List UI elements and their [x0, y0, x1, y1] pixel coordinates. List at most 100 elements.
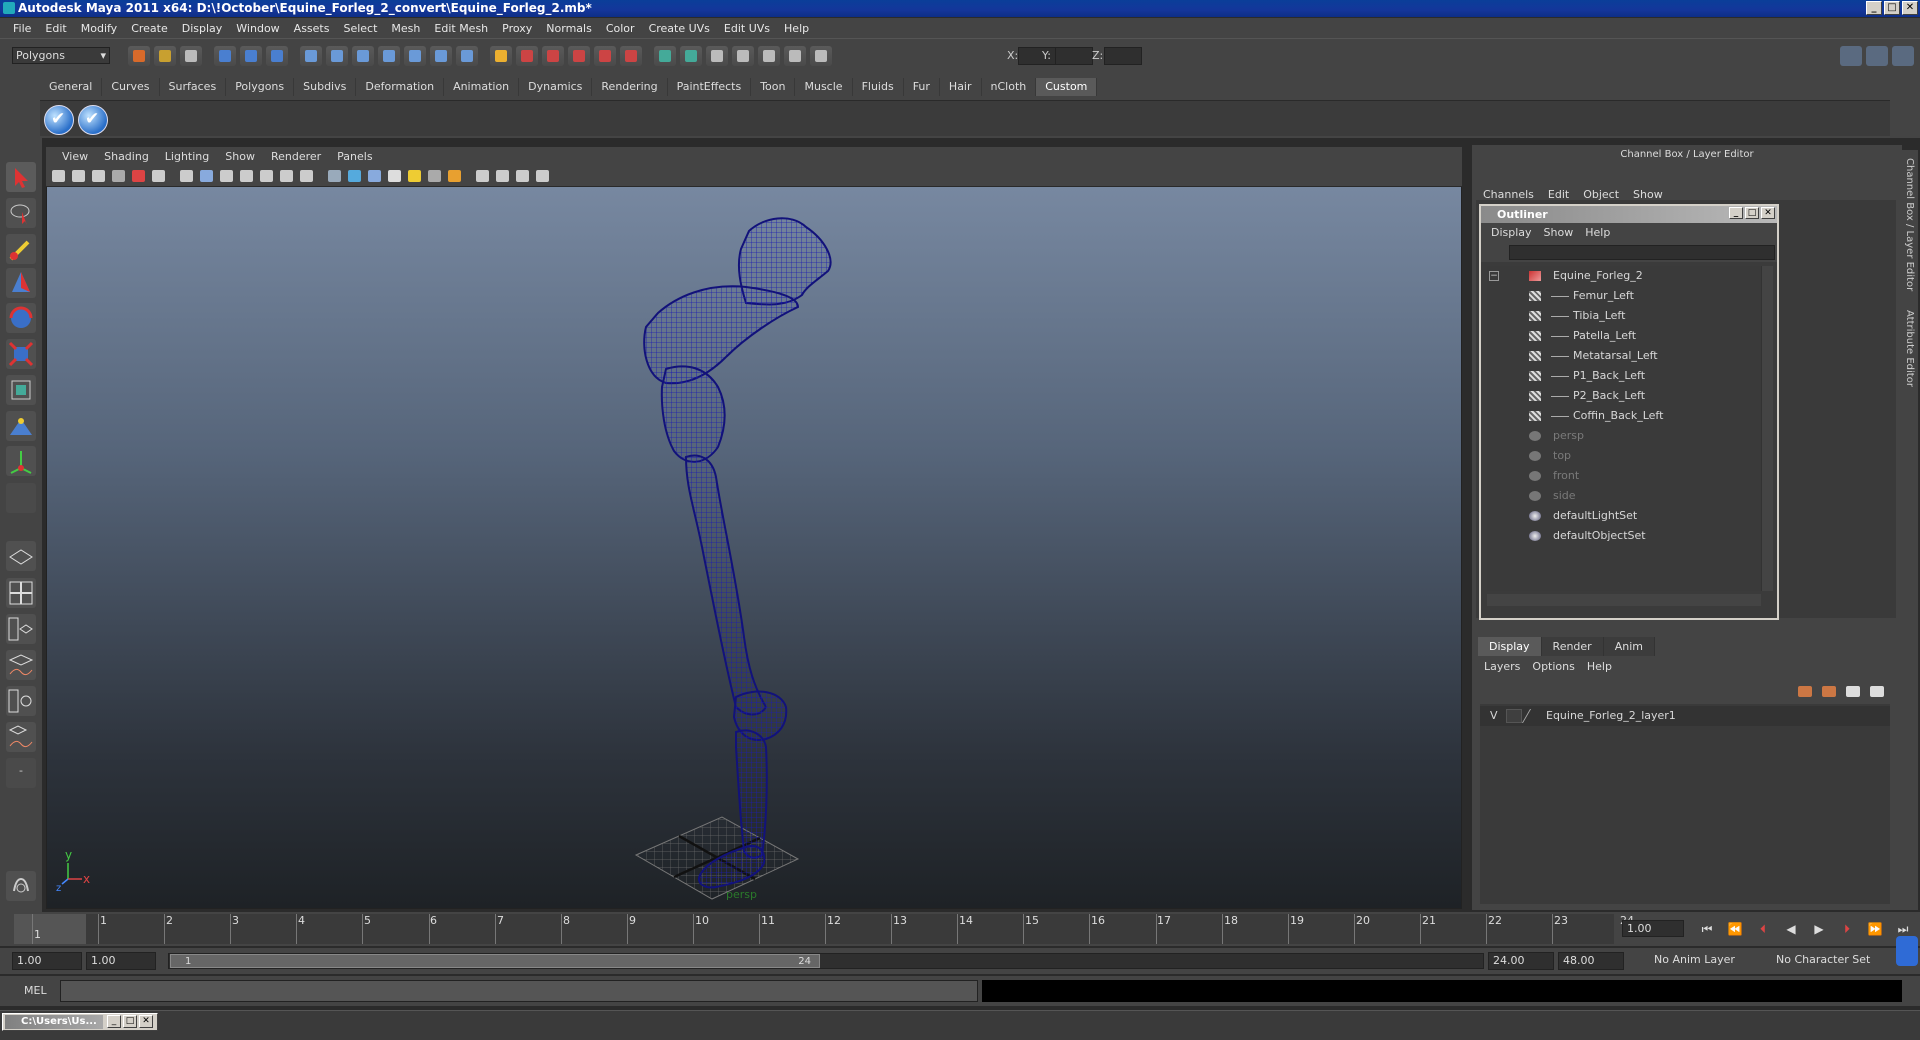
snap-plane-icon[interactable]: [378, 46, 400, 66]
menu-edit[interactable]: Edit: [38, 22, 73, 35]
channel-box-menu-show[interactable]: Show: [1626, 188, 1670, 201]
show-attrs-icon[interactable]: [732, 46, 754, 66]
move-tool-icon[interactable]: [6, 268, 36, 298]
character-set-selector[interactable]: No Character Set: [1772, 952, 1884, 970]
outliner-item[interactable]: top: [1487, 446, 1761, 466]
viewport-tool-icon-11[interactable]: [260, 170, 273, 182]
play-backwards-icon[interactable]: ◀: [1782, 920, 1800, 938]
layer-row[interactable]: V Equine_Forleg_2_layer1: [1480, 706, 1890, 726]
outliner-vertical-scrollbar[interactable]: [1761, 266, 1773, 591]
layout-options-icon[interactable]: -: [6, 758, 36, 788]
viewport-menu-renderer[interactable]: Renderer: [263, 150, 329, 163]
viewport-menu-shading[interactable]: Shading: [96, 150, 157, 163]
viewport-tool-icon-22[interactable]: [496, 170, 509, 182]
outliner-item[interactable]: Coffin_Back_Left: [1487, 406, 1761, 426]
hypershade-icon[interactable]: [680, 46, 702, 66]
outliner-filter-input[interactable]: [1509, 245, 1775, 260]
module-selector[interactable]: Polygons: [12, 47, 110, 64]
shelf-tab-muscle[interactable]: Muscle: [795, 78, 853, 96]
menu-edit-uvs[interactable]: Edit UVs: [717, 22, 777, 35]
select-object-icon[interactable]: [240, 46, 262, 66]
shelf-tab-animation[interactable]: Animation: [444, 78, 520, 96]
layer-color-swatch[interactable]: [1521, 709, 1545, 723]
shelf-tab-custom[interactable]: Custom: [1036, 78, 1098, 96]
menu-display[interactable]: Display: [175, 22, 230, 35]
minimized-maximize-button[interactable]: □: [123, 1015, 137, 1028]
viewport-tool-icon-21[interactable]: [476, 170, 489, 182]
persp-outliner-layout-icon[interactable]: [6, 614, 36, 644]
outliner-menu-display[interactable]: Display: [1485, 226, 1538, 239]
viewport-tool-icon-6[interactable]: [152, 170, 165, 182]
hypershade-persp-layout-icon[interactable]: [6, 686, 36, 716]
outliner-maximize-button[interactable]: □: [1745, 207, 1759, 219]
menu-assets[interactable]: Assets: [287, 22, 337, 35]
viewport-menu-show[interactable]: Show: [217, 150, 263, 163]
viewport-tool-icon-14[interactable]: [328, 170, 341, 182]
universal-manipulator-icon[interactable]: [6, 375, 36, 405]
viewport-tool-icon-20[interactable]: [448, 170, 461, 182]
shelf-tab-hair[interactable]: Hair: [939, 78, 982, 96]
layer-tab-anim[interactable]: Anim: [1603, 637, 1655, 656]
persp-graph-hypergraph-layout-icon[interactable]: [6, 722, 36, 752]
menu-select[interactable]: Select: [336, 22, 384, 35]
layer-tab-render[interactable]: Render: [1541, 637, 1604, 656]
viewport-menu-view[interactable]: View: [54, 150, 96, 163]
outliner-item[interactable]: P2_Back_Left: [1487, 386, 1761, 406]
shelf-tab-painteffects[interactable]: PaintEffects: [667, 78, 752, 96]
lasso-tool-icon[interactable]: [6, 198, 36, 228]
output-ops-icon[interactable]: [568, 46, 590, 66]
outliner-item[interactable]: front: [1487, 466, 1761, 486]
viewport-tool-icon-8[interactable]: [200, 170, 213, 182]
layer-menu-layers[interactable]: Layers: [1478, 660, 1526, 673]
viewport-tool-icon-17[interactable]: [388, 170, 401, 182]
shelf-tab-rendering[interactable]: Rendering: [592, 78, 668, 96]
last-used-tool-icon[interactable]: [6, 483, 36, 513]
minimized-restore-button[interactable]: _: [107, 1015, 121, 1028]
four-view-layout-icon[interactable]: [6, 578, 36, 608]
scale-tool-icon[interactable]: [6, 339, 36, 369]
animation-start-field[interactable]: 1.00: [12, 952, 82, 970]
script-editor-icon[interactable]: [6, 871, 36, 901]
auto-key-icon[interactable]: [1896, 936, 1918, 966]
minimized-window[interactable]: C:\Users\Us... _ □ ✕: [2, 1013, 158, 1031]
current-frame-field[interactable]: 1.00: [1622, 920, 1684, 937]
play-forwards-icon[interactable]: ▶: [1810, 920, 1828, 938]
history-icon[interactable]: [430, 46, 452, 66]
menu-window[interactable]: Window: [229, 22, 286, 35]
menu-help[interactable]: Help: [777, 22, 816, 35]
channel-box-side-tab[interactable]: Channel Box / Layer Editor: [1904, 158, 1915, 291]
outliner-item[interactable]: defaultObjectSet: [1487, 526, 1761, 546]
select-component-icon[interactable]: [266, 46, 288, 66]
collapse-icon[interactable]: −: [1489, 271, 1499, 281]
viewport-tool-icon-4[interactable]: [112, 170, 125, 182]
layer-menu-options[interactable]: Options: [1526, 660, 1580, 673]
step-forward-key-icon[interactable]: ⏵: [1838, 920, 1856, 938]
outliner-item[interactable]: − Equine_Forleg_2: [1487, 266, 1761, 286]
menu-color[interactable]: Color: [599, 22, 642, 35]
command-input[interactable]: [60, 980, 978, 1002]
layer-name[interactable]: Equine_Forleg_2_layer1: [1546, 706, 1676, 726]
shelf-tab-toon[interactable]: Toon: [751, 78, 796, 96]
snap-point-icon[interactable]: [352, 46, 374, 66]
outliner-item[interactable]: Femur_Left: [1487, 286, 1761, 306]
select-hierarchy-icon[interactable]: [214, 46, 236, 66]
viewport-menu-lighting[interactable]: Lighting: [157, 150, 217, 163]
shelf-tab-dynamics[interactable]: Dynamics: [519, 78, 593, 96]
layer-buttons-icons[interactable]: [1790, 682, 1890, 702]
coord-y-field[interactable]: [1055, 47, 1093, 65]
menu-modify[interactable]: Modify: [74, 22, 124, 35]
viewport-tool-icon-15[interactable]: [348, 170, 361, 182]
paint-select-tool-icon[interactable]: [6, 234, 36, 264]
render-settings-icon[interactable]: [654, 46, 676, 66]
viewport-tool-icon-13[interactable]: [300, 170, 313, 182]
channel-box-icon[interactable]: [784, 46, 806, 66]
maximize-button[interactable]: □: [1884, 1, 1900, 15]
viewport-tool-icon-24[interactable]: [536, 170, 549, 182]
bone-mesh-part-4[interactable]: [684, 454, 768, 716]
viewport-tool-icon-1[interactable]: [52, 170, 65, 182]
ipr-render-icon[interactable]: [620, 46, 642, 66]
playback-end-field[interactable]: 24.00: [1488, 952, 1554, 970]
anim-layer-selector[interactable]: No Anim Layer: [1650, 952, 1762, 970]
step-back-key-icon[interactable]: ⏴: [1754, 920, 1772, 938]
viewport-tool-icon-19[interactable]: [428, 170, 441, 182]
